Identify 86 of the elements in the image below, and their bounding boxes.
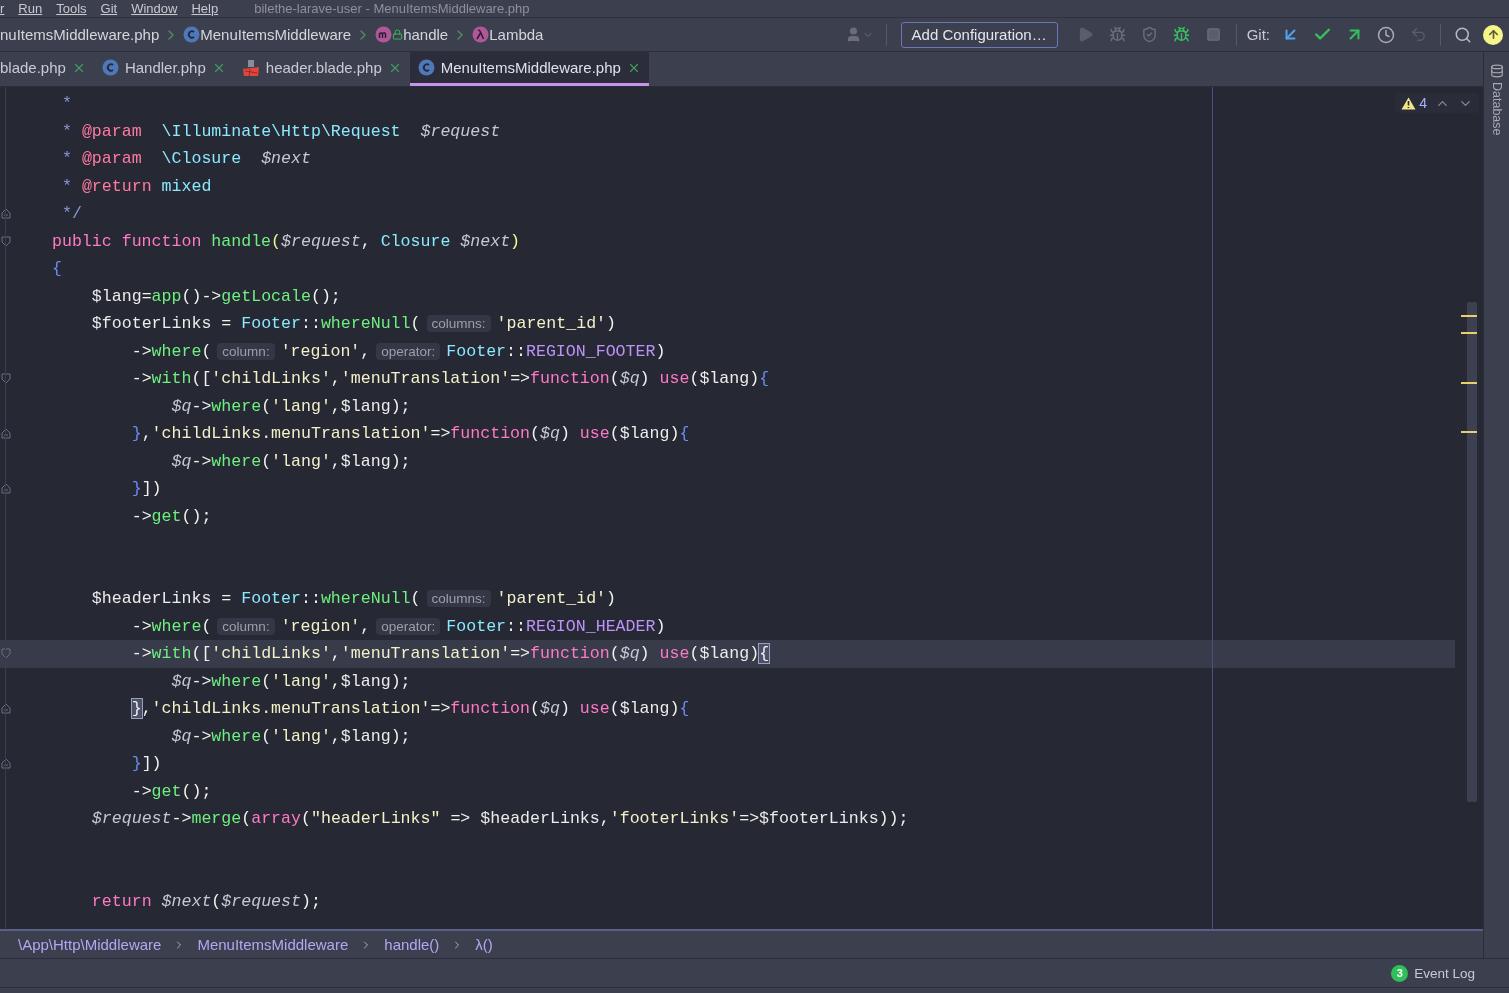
path-item[interactable]: handle() — [384, 936, 440, 953]
database-icon[interactable] — [1489, 64, 1504, 78]
lock-icon — [392, 29, 404, 40]
breadcrumb-item[interactable]: Lambda — [489, 26, 544, 43]
editor-tab[interactable]: Handler.php — [93, 52, 234, 86]
code-text: * @return mixed — [60, 176, 212, 196]
parameter-hint: operator: — [376, 617, 441, 635]
code-text: 'region', — [280, 616, 371, 636]
path-item[interactable]: λ() — [475, 936, 493, 953]
code-text: 'parent_id') — [496, 314, 617, 334]
code-text: $request->merge(array("headerLinks" => $headerLinks,'footerLinks'=>$footerLinks)); — [90, 809, 909, 829]
menu-item[interactable]: r — [0, 0, 5, 17]
code-text: $q->where('lang',$lang); — [170, 726, 411, 746]
menu-item[interactable]: Window — [131, 0, 178, 17]
tab-label: MenuItemsMiddleware.php — [440, 59, 621, 76]
code-text: ->with(['childLinks','menuTranslation'=>function($q) use($lang){ — [130, 644, 770, 664]
editor-tab[interactable]: MenuItemsMiddleware.php — [409, 52, 649, 86]
blade-file-icon — [241, 58, 260, 77]
code-text: ->get(); — [130, 506, 212, 526]
event-count-badge: 3 — [1391, 964, 1409, 982]
code-text: $q->where('lang',$lang); — [170, 451, 411, 471]
warning-icon — [1401, 96, 1417, 110]
fold-icon[interactable] — [1, 373, 11, 385]
fold-icon[interactable] — [1, 758, 11, 770]
parameter-hint: column: — [217, 617, 275, 635]
method-icon — [375, 26, 393, 43]
code-text: },'childLinks.menuTranslation'=>function($q) use($lang){ — [130, 424, 690, 444]
path-item[interactable]: \App\Http\Middleware — [18, 936, 162, 953]
code-text: $lang=app()->getLocale(); — [90, 286, 341, 306]
menu-item[interactable]: Run — [18, 0, 43, 17]
lambda-icon — [472, 26, 490, 43]
editor-tab[interactable]: blade.php — [0, 52, 94, 86]
menu-item[interactable]: Tools — [56, 0, 87, 17]
scrollbar-thumb[interactable] — [1467, 302, 1477, 802]
database-tab[interactable]: Database — [1489, 82, 1504, 136]
code-text: Footer::REGION_HEADER) — [446, 616, 666, 636]
tab-label: Handler.php — [124, 59, 206, 76]
fold-icon[interactable] — [1, 428, 11, 440]
add-configuration-button[interactable]: Add Configuration… — [900, 21, 1058, 48]
git-label: Git: — [1246, 26, 1270, 43]
code-text: 'region', — [280, 341, 371, 361]
code-text: Footer::REGION_FOOTER) — [446, 341, 666, 361]
code-text: * @param \Illuminate\Http\Request $request — [60, 121, 501, 141]
path-item[interactable]: MenuItemsMiddleware — [197, 936, 349, 953]
parameter-hint: columns: — [426, 590, 491, 608]
code-text: { — [52, 259, 62, 279]
code-text: public function handle($request, Closure $next) — [52, 231, 521, 251]
code-text: $headerLinks = Footer::whereNull( — [90, 589, 421, 609]
parameter-hint: column: — [217, 342, 275, 360]
fold-icon[interactable] — [1, 208, 11, 220]
window-title: bilethe-larave-user - MenuItemsMiddleware.php — [254, 0, 530, 17]
breadcrumb-item[interactable]: handle — [403, 26, 449, 43]
breadcrumb-item[interactable]: nuItemsMiddleware.php — [0, 26, 160, 43]
editor-tab[interactable]: header.blade.php — [233, 52, 410, 86]
code-text: return $next($request); — [90, 891, 321, 911]
code-text: $q->where('lang',$lang); — [170, 396, 411, 416]
event-log-label: Event Log — [1414, 965, 1475, 981]
breadcrumb-item[interactable]: MenuItemsMiddleware — [200, 26, 352, 43]
code-text: $footerLinks = Footer::whereNull( — [90, 314, 421, 334]
fold-icon[interactable] — [1, 483, 11, 495]
menu-item[interactable]: Git — [100, 0, 118, 17]
class-icon — [183, 26, 201, 43]
code-text: },'childLinks.menuTranslation'=>function($q) use($lang){ — [130, 699, 690, 719]
fold-icon[interactable] — [1, 648, 11, 660]
fold-icon[interactable] — [1, 235, 11, 247]
code-text: ->with(['childLinks','menuTranslation'=>function($q) use($lang){ — [130, 369, 770, 389]
code-text: ->where( — [130, 341, 212, 361]
update-icon[interactable] — [1483, 24, 1503, 45]
menu-item[interactable]: Help — [191, 0, 219, 17]
code-text: 'parent_id') — [496, 589, 617, 609]
code-text: ->where( — [130, 616, 212, 636]
code-text: * — [60, 94, 72, 114]
code-text: $q->where('lang',$lang); — [170, 671, 411, 691]
parameter-hint: operator: — [376, 342, 441, 360]
tab-label: header.blade.php — [265, 59, 382, 76]
fold-icon[interactable] — [1, 703, 11, 715]
code-text: ->get(); — [130, 781, 212, 801]
code-text: * @param \Closure $next — [60, 149, 311, 169]
code-text: }]) — [130, 754, 162, 774]
class-icon — [101, 59, 119, 76]
event-log-button[interactable]: 3 Event Log — [1391, 964, 1475, 982]
parameter-hint: columns: — [426, 315, 491, 333]
code-text: }]) — [130, 479, 162, 499]
tab-label: blade.php — [0, 59, 66, 76]
class-icon — [417, 59, 435, 76]
code-text: */ — [60, 204, 82, 224]
